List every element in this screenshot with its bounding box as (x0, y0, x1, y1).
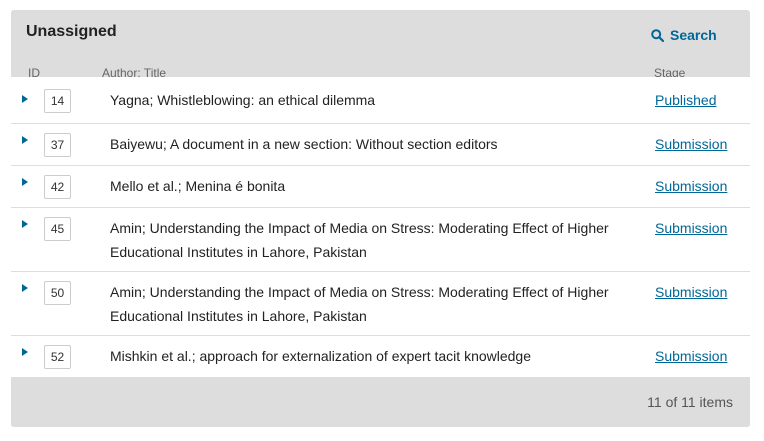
expand-toggle-icon[interactable] (22, 178, 28, 186)
expand-toggle-icon[interactable] (22, 95, 28, 103)
stage-link[interactable]: Submission (655, 174, 727, 198)
search-label: Search (670, 27, 717, 43)
unassigned-panel: Unassigned Search ID Author; Title Stage… (11, 10, 750, 427)
table-row: 45 Amin; Understanding the Impact of Med… (11, 208, 750, 272)
search-button[interactable]: Search (651, 24, 717, 46)
submission-id: 42 (44, 175, 71, 199)
table-row: 52 Mishkin et al.; approach for external… (11, 336, 750, 377)
submission-list: 14 Yagna; Whistleblowing: an ethical dil… (11, 77, 750, 377)
stage-link[interactable]: Submission (655, 216, 727, 240)
submission-id: 50 (44, 281, 71, 305)
panel-title: Unassigned (26, 23, 117, 40)
expand-toggle-icon[interactable] (22, 220, 28, 228)
submission-id: 37 (44, 133, 71, 157)
panel-footer: 11 of 11 items (11, 377, 750, 427)
stage-link[interactable]: Submission (655, 344, 727, 368)
submission-title: Amin; Understanding the Impact of Media … (110, 220, 609, 260)
expand-toggle-icon[interactable] (22, 348, 28, 356)
submission-title: Mishkin et al.; approach for externaliza… (110, 348, 532, 364)
submission-title: Amin; Understanding the Impact of Media … (110, 284, 609, 324)
item-count: 11 of 11 items (647, 394, 733, 410)
stage-link[interactable]: Submission (655, 280, 727, 304)
submission-title: Yagna; Whistleblowing: an ethical dilemm… (110, 92, 376, 108)
submission-id: 52 (44, 345, 71, 369)
submission-title: Baiyewu; A document in a new section: Wi… (110, 136, 498, 152)
submission-id: 14 (44, 89, 71, 113)
table-row: 42 Mello et al.; Menina é bonita Submiss… (11, 166, 750, 208)
submission-title: Mello et al.; Menina é bonita (110, 178, 286, 194)
stage-link[interactable]: Submission (655, 132, 727, 156)
table-row: 50 Amin; Understanding the Impact of Med… (11, 272, 750, 336)
expand-toggle-icon[interactable] (22, 284, 28, 292)
stage-link[interactable]: Published (655, 88, 717, 112)
submission-id: 45 (44, 217, 71, 241)
search-icon (651, 28, 664, 42)
table-row: 37 Baiyewu; A document in a new section:… (11, 124, 750, 166)
table-row: 14 Yagna; Whistleblowing: an ethical dil… (11, 77, 750, 124)
expand-toggle-icon[interactable] (22, 136, 28, 144)
